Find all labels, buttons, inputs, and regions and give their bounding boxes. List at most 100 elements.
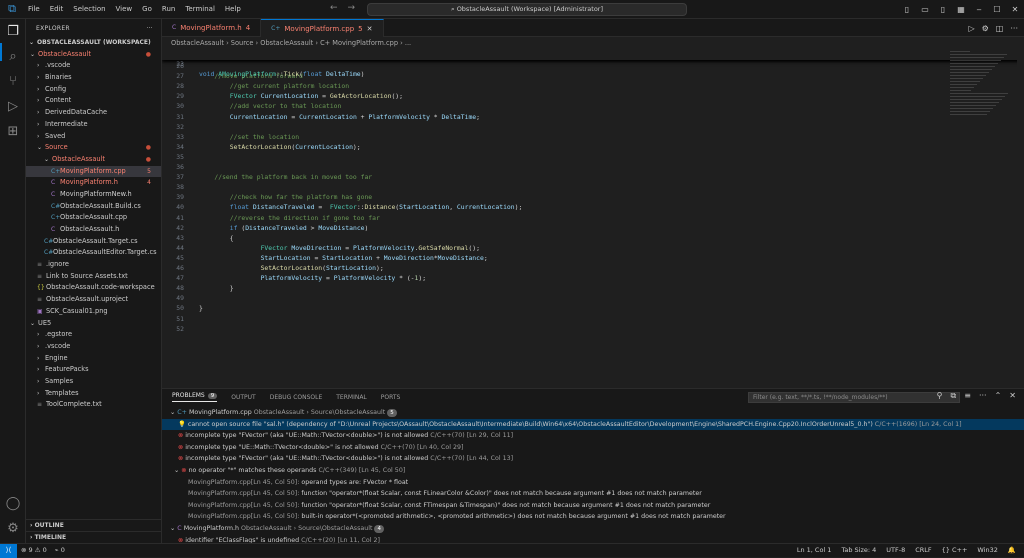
problems-filter-input[interactable]: Filter (e.g. text, **/*.ts, !**/node_mod… (748, 392, 960, 403)
minimize-button[interactable]: ‒ (972, 5, 986, 14)
view-as-list-icon[interactable]: ≡ (964, 391, 971, 401)
menu-view[interactable]: View (111, 0, 138, 19)
more-icon[interactable]: ··· (1010, 24, 1018, 33)
source-control-icon[interactable]: ⑂ (5, 74, 21, 90)
status-right-item[interactable]: {} C++ (942, 544, 968, 557)
sticky-scroll[interactable]: 23 void AMovingPlatform::Tick(float Delt… (162, 49, 1024, 78)
status-right-item[interactable]: Win32 (977, 544, 997, 557)
tree-item[interactable]: C MovingPlatformNew.h (26, 189, 161, 201)
editor-tab[interactable]: C+ MovingPlatform.cpp 5 ✕ (261, 19, 384, 38)
tree-item[interactable]: › .vscode (26, 60, 161, 72)
status-right-item[interactable]: Ln 1, Col 1 (797, 544, 832, 557)
command-center-search[interactable]: ⌕ ObstacleAssault (Workspace) [Administr… (367, 3, 687, 16)
problem-row[interactable]: ⊗ incomplete type "FVector" (aka "UE::Ma… (162, 453, 1024, 465)
tree-item[interactable]: › Saved (26, 131, 161, 143)
account-icon[interactable]: ◯ (5, 496, 21, 512)
maximize-button[interactable]: ☐ (990, 5, 1004, 14)
tree-item[interactable]: › Templates (26, 388, 161, 400)
tree-item[interactable]: ≡ ToolComplete.txt (26, 399, 161, 411)
tree-item[interactable]: C#ObstacleAssaultEditor.Target.cs (26, 247, 161, 259)
tree-item[interactable]: C+MovingPlatform.cpp 5 (26, 165, 161, 178)
tree-item[interactable]: › Config (26, 84, 161, 96)
problem-row[interactable]: MovingPlatform.cpp[Ln 45, Col 50]: funct… (162, 488, 1024, 500)
panel-tab-debug-console[interactable]: DEBUG CONSOLE (270, 394, 323, 401)
problem-row[interactable]: MovingPlatform.cpp[Ln 45, Col 50]: funct… (162, 500, 1024, 512)
tree-item[interactable]: › Samples (26, 376, 161, 388)
explorer-icon[interactable]: ❐ (5, 24, 21, 40)
tree-item[interactable]: ≡ ObstacleAssault.uproject (26, 294, 161, 306)
menu-go[interactable]: Go (137, 0, 157, 19)
menu-help[interactable]: Help (220, 0, 246, 19)
status-left-item[interactable]: ⊗ 9 ⚠ 0 (21, 544, 47, 557)
toggle-sidebar-icon[interactable]: ▯ (900, 5, 914, 14)
tree-item[interactable]: ▣ SCK_Casual01.png (26, 306, 161, 318)
menu-edit[interactable]: Edit (45, 0, 69, 19)
extensions-icon[interactable]: ⊞ (5, 124, 21, 140)
editor-scrollbar[interactable] (1017, 49, 1024, 388)
outline-section[interactable]: › OUTLINE (26, 519, 162, 531)
tree-item[interactable]: › Engine (26, 353, 161, 365)
forward-arrow-icon[interactable]: → (348, 3, 356, 13)
tree-item[interactable]: ⌄ ObstacleAssault ● (26, 49, 161, 61)
problem-row[interactable]: 💡 cannot open source file "sal.h" (depen… (162, 418, 1024, 431)
problem-file-group[interactable]: ⌄ C MovingPlatform.h ObstacleAssault › S… (162, 523, 1024, 535)
problem-row[interactable]: MovingPlatform.cpp[Ln 45, Col 50]: opera… (162, 477, 1024, 489)
back-arrow-icon[interactable]: ← (330, 3, 338, 13)
tree-item[interactable]: ⌄ ObstacleAssault ● (26, 154, 161, 166)
problem-row[interactable]: ⊗ incomplete type "UE::Math::TVector<dou… (162, 442, 1024, 454)
more-actions-icon[interactable]: ··· (146, 25, 153, 32)
problem-row[interactable]: ⊗ incomplete type "FVector" (aka "UE::Ma… (162, 430, 1024, 442)
menu-run[interactable]: Run (157, 0, 180, 19)
tree-item[interactable]: › Binaries (26, 72, 161, 84)
workspace-root[interactable]: ⌄ OBSTACLEASSAULT (WORKSPACE) (26, 37, 161, 49)
tree-item[interactable]: C MovingPlatform.h 4 (26, 177, 161, 189)
remote-indicator-icon[interactable]: ⟩⟨ (0, 544, 17, 558)
more-panel-icon[interactable]: ··· (979, 391, 987, 401)
run-icon[interactable]: ▷ (968, 24, 974, 33)
menu-file[interactable]: File (23, 0, 45, 19)
status-right-item[interactable]: Tab Size: 4 (841, 544, 876, 557)
tree-item[interactable]: C#ObstacleAssault.Target.cs (26, 236, 161, 248)
toggle-panel-icon[interactable]: ▭ (918, 5, 932, 14)
status-right-item[interactable]: UTF-8 (886, 544, 905, 557)
status-right-item[interactable]: 🔔 (1008, 544, 1016, 557)
tree-item[interactable]: › .egstore (26, 329, 161, 341)
close-tab-icon[interactable]: ✕ (367, 20, 373, 38)
menu-terminal[interactable]: Terminal (180, 0, 220, 19)
minimap[interactable] (950, 49, 1010, 129)
timeline-section[interactable]: › TIMELINE (26, 531, 162, 543)
tree-item[interactable]: C ObstacleAssault.h (26, 224, 161, 236)
tree-item[interactable]: › Intermediate (26, 119, 161, 131)
settings-gear-icon[interactable]: ⚙ (5, 521, 21, 537)
tree-item[interactable]: ⌄ Source ● (26, 142, 161, 154)
maximize-panel-icon[interactable]: ⌃ (995, 391, 1002, 401)
tree-item[interactable]: › DerivedDataCache (26, 107, 161, 119)
status-left-item[interactable]: ⌁ 0 (55, 544, 65, 557)
tree-item[interactable]: ≡ Link to Source Assets.txt (26, 271, 161, 283)
tree-item[interactable]: › Content (26, 95, 161, 107)
tree-item[interactable]: ≡ .ignore (26, 259, 161, 271)
close-window-button[interactable]: ✕ (1008, 5, 1022, 14)
status-right-item[interactable]: CRLF (915, 544, 931, 557)
split-editor-icon[interactable]: ◫ (996, 24, 1004, 33)
copy-icon[interactable]: ⧉ (951, 391, 957, 401)
breadcrumb[interactable]: ObstacleAssault › Source › ObstacleAssau… (162, 37, 1024, 49)
menu-selection[interactable]: Selection (68, 0, 110, 19)
tree-item[interactable]: ⌄ UE5 (26, 318, 161, 330)
customize-layout-icon[interactable]: ▦ (954, 5, 968, 14)
editor-tab[interactable]: C MovingPlatform.h 4 (162, 19, 262, 37)
settings-icon[interactable]: ⚙ (982, 24, 989, 33)
panel-tab-terminal[interactable]: TERMINAL (336, 394, 367, 401)
run-debug-icon[interactable]: ▷ (5, 99, 21, 115)
toggle-secondary-sidebar-icon[interactable]: ▯ (936, 5, 950, 14)
problem-row[interactable]: MovingPlatform.cpp[Ln 45, Col 50]: built… (162, 511, 1024, 523)
panel-tab-ports[interactable]: PORTS (381, 394, 401, 401)
tree-item[interactable]: {}ObstacleAssault.code-workspace (26, 282, 161, 294)
tree-item[interactable]: › .vscode (26, 341, 161, 353)
code-editor[interactable]: 26 27 //move platform forward 28 //get cur… (162, 49, 1024, 388)
tree-item[interactable]: › FeaturePacks (26, 364, 161, 376)
problem-row[interactable]: ⌄ ⊗ no operator "*" matches these operan… (162, 465, 1024, 477)
filter-icon[interactable]: ⚲ (937, 391, 943, 401)
tree-item[interactable]: C#ObstacleAssault.Build.cs (26, 201, 161, 213)
panel-tab-problems[interactable]: PROBLEMS 9 (172, 392, 218, 402)
